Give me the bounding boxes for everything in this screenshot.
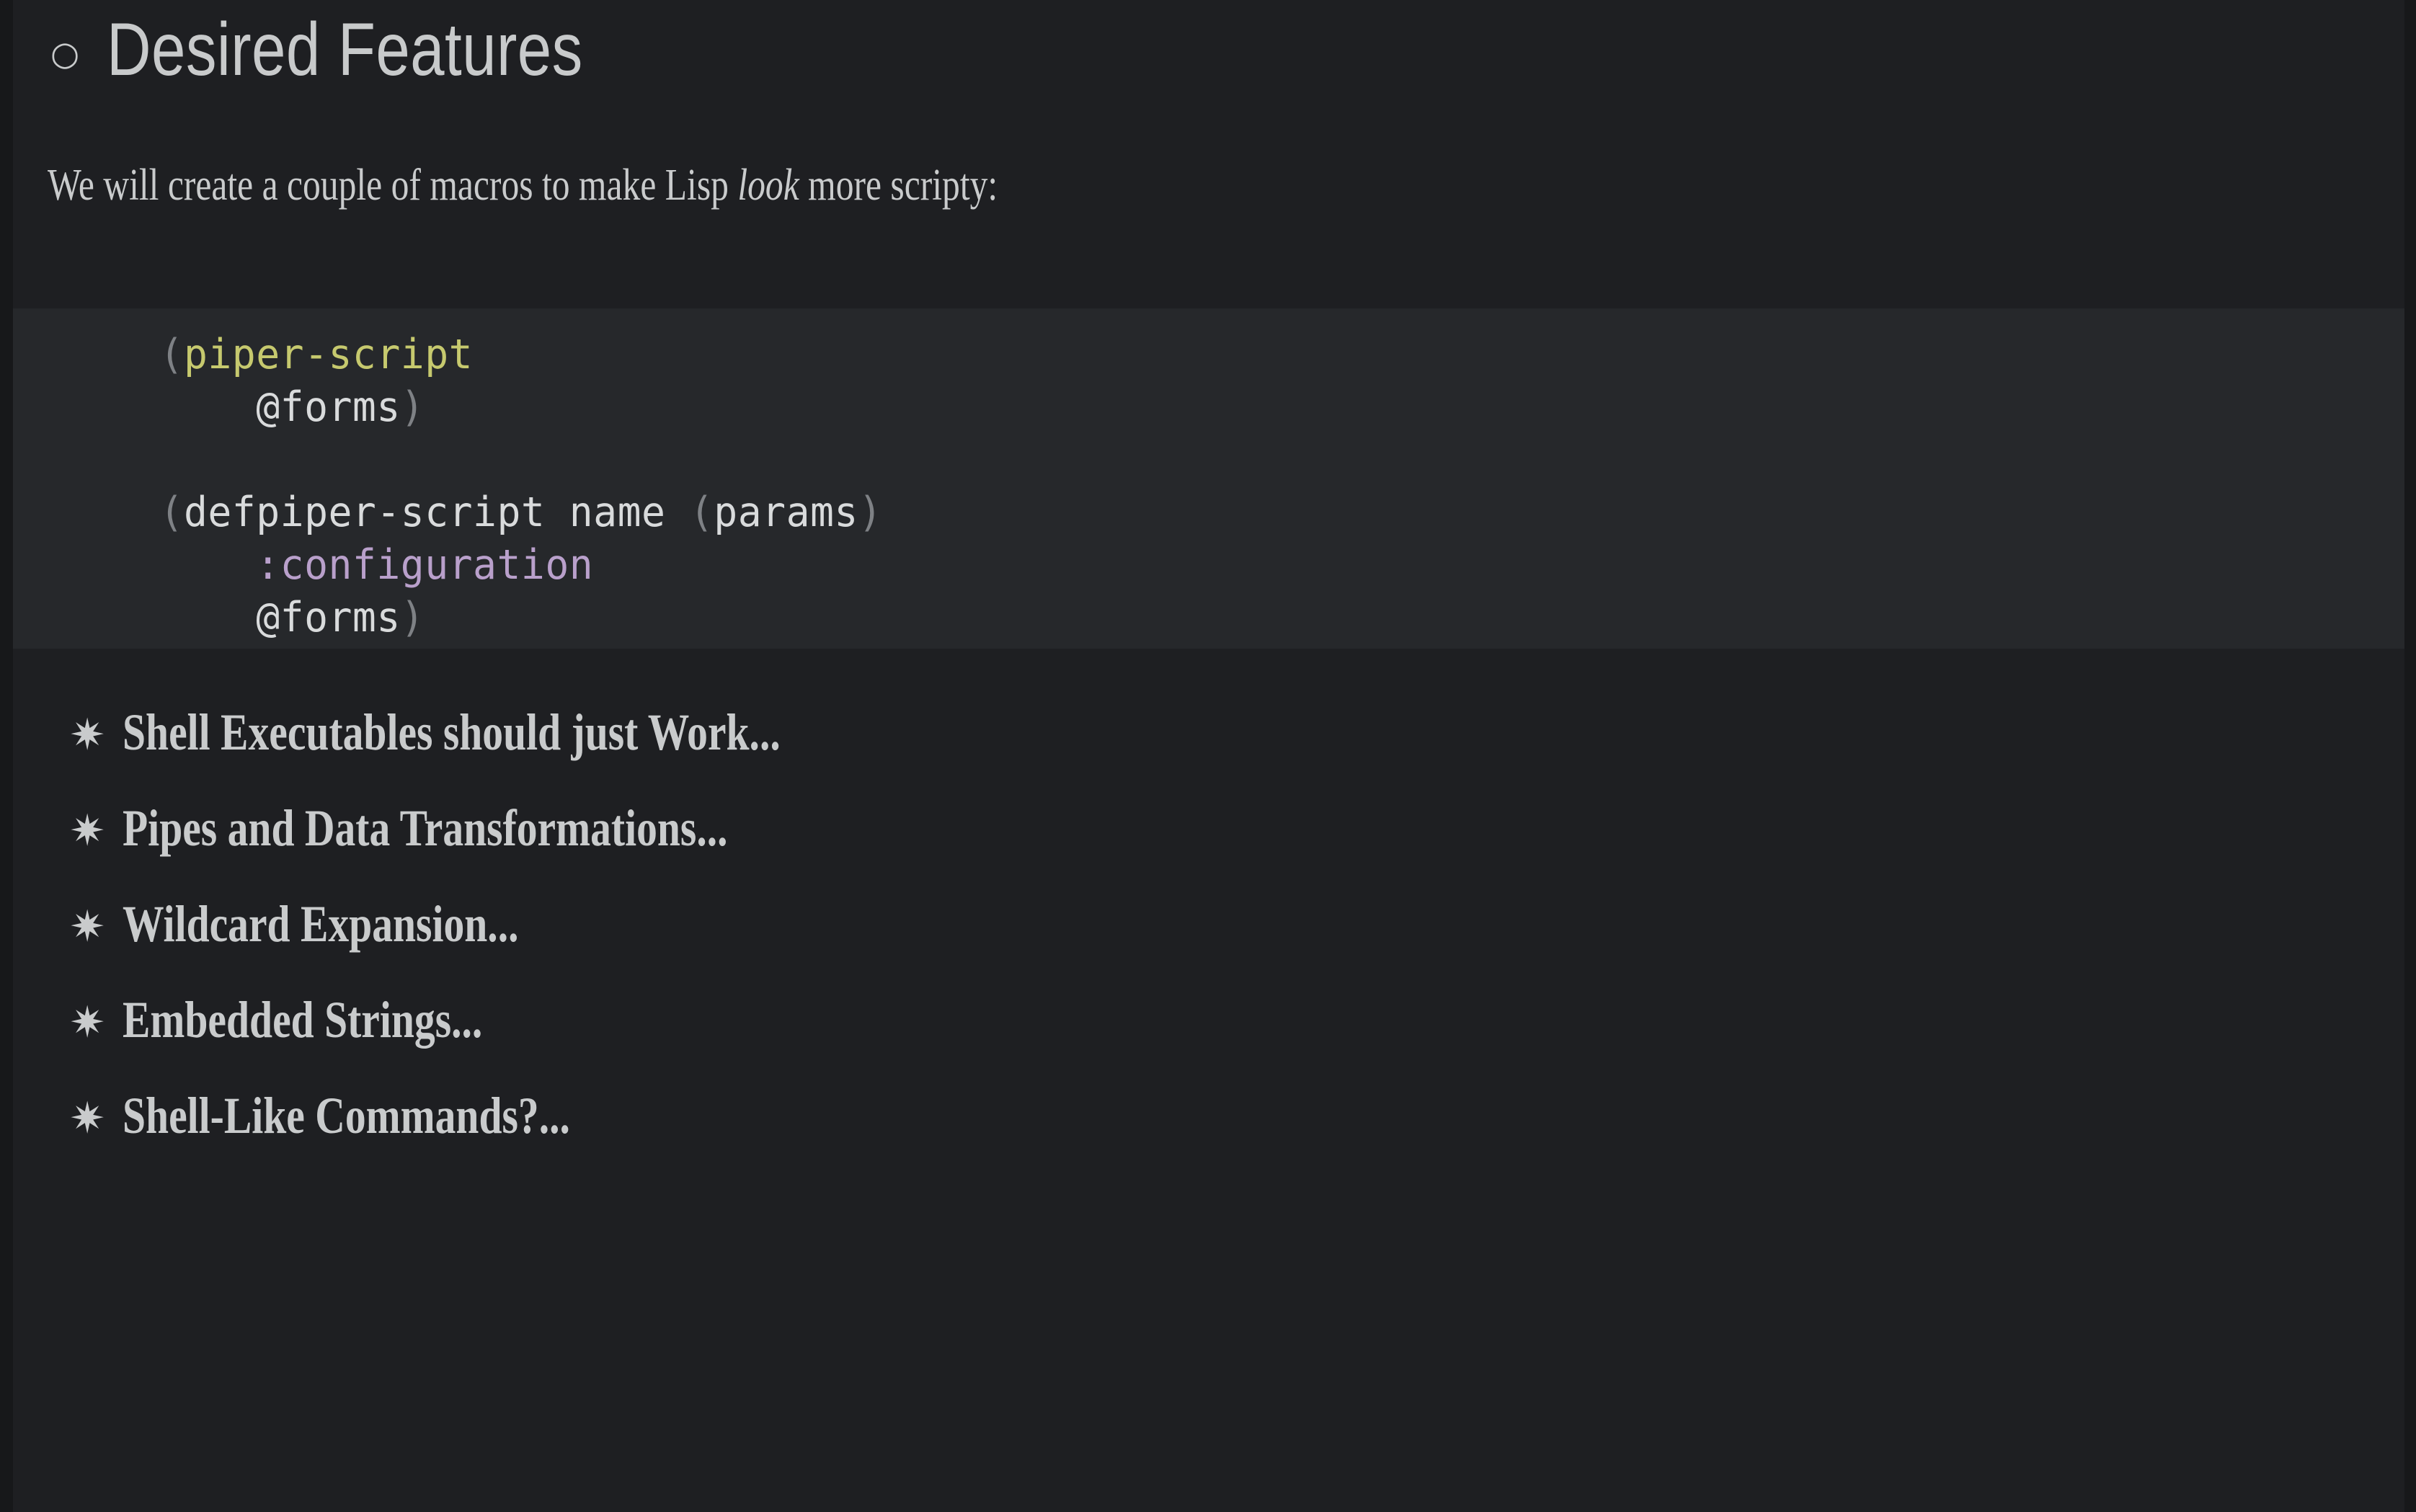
code-block[interactable]: (piper-script @forms) (defpiper-script n… bbox=[13, 308, 2404, 649]
list-item: ✷ Pipes and Data Transformations... bbox=[69, 799, 945, 894]
code-token-paren: ( bbox=[689, 489, 714, 536]
eight-point-star-bullet-icon: ✷ bbox=[69, 902, 106, 952]
feature-label: Shell-Like Commands?... bbox=[123, 1087, 570, 1144]
feature-label: Shell Executables should just Work... bbox=[123, 703, 781, 761]
lead-paragraph: We will create a couple of macros to mak… bbox=[48, 160, 998, 211]
feature-label: Embedded Strings... bbox=[123, 991, 483, 1049]
eight-point-star-bullet-icon: ✷ bbox=[69, 997, 106, 1048]
feature-label: Wildcard Expansion... bbox=[123, 895, 519, 953]
lead-text-before: We will create a couple of macros to mak… bbox=[48, 161, 738, 210]
eight-point-star-bullet-icon: ✷ bbox=[69, 806, 106, 856]
code-block-content: (piper-script @forms) (defpiper-script n… bbox=[13, 329, 2309, 644]
slide-heading: ○ Desired Features bbox=[50, 7, 688, 93]
presentation-slide: ○ Desired Features We will create a coup… bbox=[0, 0, 2416, 1512]
ring-bullet-icon: ○ bbox=[50, 34, 80, 73]
code-token-plain: params bbox=[714, 489, 858, 536]
page-title: Desired Features bbox=[107, 8, 583, 92]
code-token-plain: defpiper-script name bbox=[183, 489, 690, 536]
code-token-paren: ) bbox=[400, 383, 425, 431]
code-token-paren: ( bbox=[159, 331, 184, 378]
feature-list: ✷ Shell Executables should just Work... ✷ P… bbox=[69, 703, 945, 1182]
code-token-paren: ( bbox=[159, 489, 184, 536]
feature-label: Pipes and Data Transformations... bbox=[123, 799, 728, 857]
lead-text-after: more scripty: bbox=[799, 161, 998, 210]
code-token-paren: ) bbox=[858, 489, 883, 536]
code-token-kw: :configuration bbox=[256, 541, 594, 589]
lead-emphasis: look bbox=[737, 161, 799, 210]
right-edge-strip bbox=[2404, 0, 2416, 1512]
list-item: ✷ Embedded Strings... bbox=[69, 990, 945, 1086]
code-token-paren: ) bbox=[400, 594, 425, 641]
code-token-plain: @forms bbox=[256, 594, 401, 641]
code-token-macro: piper-script bbox=[183, 331, 474, 378]
left-edge-strip bbox=[0, 0, 13, 1512]
list-item: ✷ Shell Executables should just Work... bbox=[69, 703, 945, 799]
list-item: ✷ Wildcard Expansion... bbox=[69, 894, 945, 990]
eight-point-star-bullet-icon: ✷ bbox=[69, 1093, 106, 1144]
eight-point-star-bullet-icon: ✷ bbox=[69, 710, 106, 760]
code-token-plain: @forms bbox=[256, 383, 401, 431]
list-item: ✷ Shell-Like Commands?... bbox=[69, 1086, 945, 1182]
